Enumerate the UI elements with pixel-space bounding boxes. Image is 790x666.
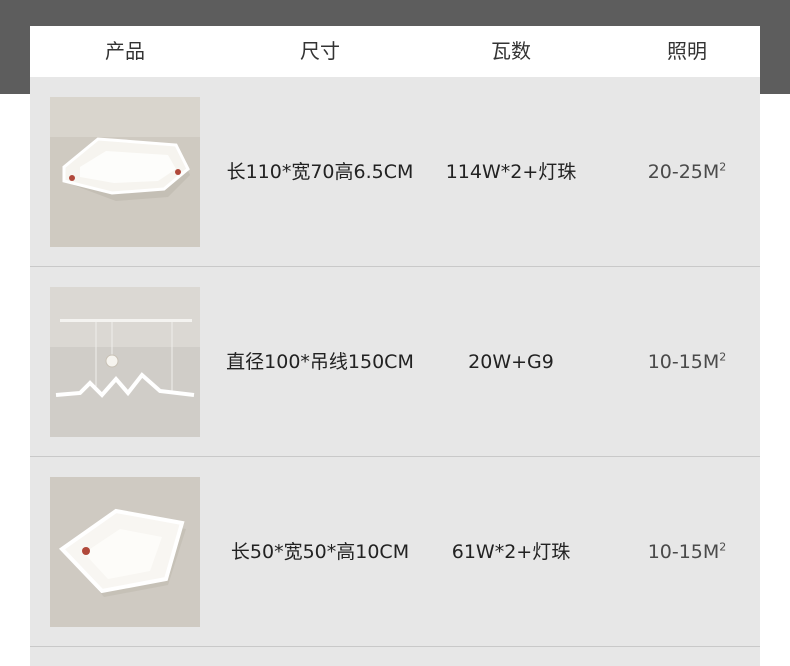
header-lighting: 照明: [667, 39, 707, 63]
wattage-cell: 114W*2+灯珠: [445, 161, 577, 183]
square-ceiling-lamp-image: [50, 477, 200, 627]
area-cell: 10-15M2: [602, 267, 772, 457]
size-cell: 直径100*吊线150CM: [226, 351, 414, 373]
size-cell: 长50*宽50*高10CM: [230, 541, 410, 563]
spec-table: 产品 尺寸 瓦数 照明 长110*宽70高6.5CM 114W*2+灯珠 20-…: [30, 26, 760, 666]
table-row: 直径100*吊线150CM 20W+G9 10-15M2: [30, 267, 760, 457]
wattage-cell: 20W+G9: [468, 351, 554, 373]
area-cell: 10-15M2: [602, 457, 772, 647]
header-wattage: 瓦数: [491, 39, 531, 63]
table-header: 产品 尺寸 瓦数 照明: [30, 26, 760, 77]
rectangular-ceiling-lamp-image: [50, 97, 200, 247]
area-value: 10-15M: [647, 541, 720, 563]
area-value: 20-25M: [647, 161, 720, 183]
area-superscript: 2: [719, 160, 727, 174]
header-size: 尺寸: [300, 39, 340, 63]
area-value: 10-15M: [647, 351, 720, 373]
area-cell: 20-25M2: [602, 77, 772, 267]
table-row: 长50*宽50*高10CM 61W*2+灯珠 10-15M2: [30, 457, 760, 647]
table-row: 长110*宽70高6.5CM 114W*2+灯珠 20-25M2: [30, 77, 760, 267]
header-product: 产品: [105, 39, 145, 63]
size-cell: 长110*宽70高6.5CM: [226, 161, 414, 183]
row-divider: [30, 646, 760, 647]
wave-pendant-lamp-image: [50, 287, 200, 437]
wattage-cell: 61W*2+灯珠: [451, 541, 571, 563]
area-superscript: 2: [719, 540, 727, 554]
area-superscript: 2: [719, 350, 727, 364]
